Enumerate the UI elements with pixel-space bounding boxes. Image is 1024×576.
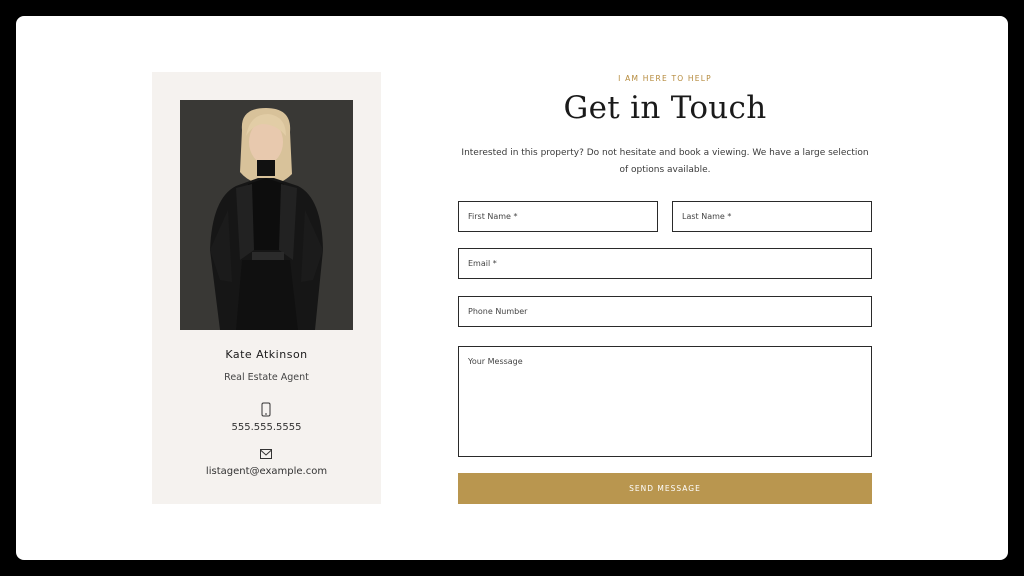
mail-icon: [260, 449, 272, 459]
page-frame: Kate Atkinson Real Estate Agent 555.555.…: [16, 16, 1008, 560]
send-message-button[interactable]: SEND MESSAGE: [458, 473, 872, 504]
page-title: Get in Touch: [563, 90, 767, 126]
agent-name: Kate Atkinson: [225, 348, 308, 361]
phone-icon: [261, 402, 271, 417]
message-textarea[interactable]: [458, 346, 872, 457]
agent-role: Real Estate Agent: [224, 372, 309, 383]
agent-email[interactable]: listagent@example.com: [152, 466, 381, 477]
phone-input[interactable]: [458, 296, 872, 327]
intro-text: Interested in this property? Do not hesi…: [461, 148, 869, 175]
agent-photo: [180, 100, 353, 330]
first-name-input[interactable]: [458, 201, 658, 232]
email-input[interactable]: [458, 248, 872, 279]
section-eyebrow: I AM HERE TO HELP: [618, 74, 712, 83]
agent-card: Kate Atkinson Real Estate Agent 555.555.…: [152, 72, 381, 504]
agent-portrait-image: [180, 100, 353, 330]
agent-phone[interactable]: 555.555.5555: [152, 422, 381, 433]
last-name-input[interactable]: [672, 201, 872, 232]
